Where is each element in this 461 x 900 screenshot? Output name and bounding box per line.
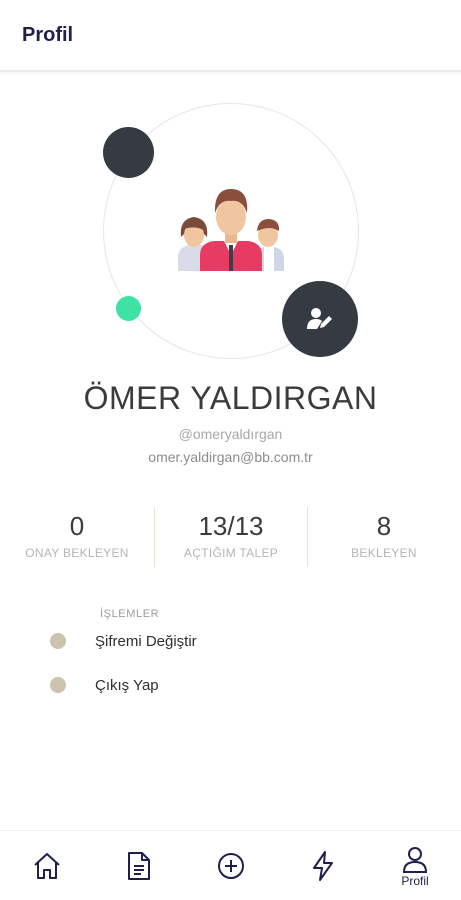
document-icon bbox=[128, 852, 150, 880]
stat-opened-requests[interactable]: 13/13 AÇTIĞIM TALEP bbox=[154, 510, 308, 560]
stat-label: AÇTIĞIM TALEP bbox=[183, 546, 279, 560]
nav-new-request[interactable] bbox=[185, 831, 277, 900]
person-icon bbox=[402, 846, 428, 873]
stat-waiting[interactable]: 8 BEKLEYEN bbox=[307, 510, 461, 560]
nav-home[interactable] bbox=[1, 831, 93, 900]
nav-activity[interactable] bbox=[277, 831, 369, 900]
stat-pending-approval[interactable]: 0 ONAY BEKLEYEN bbox=[0, 510, 154, 560]
bullet-icon bbox=[50, 633, 66, 649]
user-edit-icon bbox=[307, 308, 332, 329]
change-password-item[interactable]: Şifremi Değiştir bbox=[40, 623, 420, 659]
logout-item[interactable]: Çıkış Yap bbox=[40, 667, 420, 703]
nav-documents[interactable] bbox=[93, 831, 185, 900]
stat-label: BEKLEYEN bbox=[351, 546, 417, 560]
app-header: Profil bbox=[0, 0, 461, 72]
decorative-green-dot bbox=[116, 296, 141, 321]
edit-profile-button[interactable] bbox=[282, 281, 358, 357]
home-icon bbox=[34, 853, 60, 879]
lightning-icon bbox=[313, 851, 333, 881]
group-avatar-icon bbox=[178, 189, 284, 271]
nav-profile[interactable]: Profil bbox=[369, 831, 461, 900]
stat-value: 8 bbox=[376, 511, 392, 541]
page-title: Profil bbox=[22, 24, 74, 46]
bottom-nav: Profil bbox=[0, 830, 461, 900]
user-name: ÖMER YALDIRGAN bbox=[83, 380, 378, 416]
menu-item-label: Çıkış Yap bbox=[95, 676, 159, 694]
plus-circle-icon bbox=[218, 853, 244, 879]
menu-item-label: Şifremi Değiştir bbox=[95, 632, 197, 650]
decorative-dark-dot bbox=[103, 127, 154, 178]
stat-value: 0 bbox=[69, 511, 85, 541]
actions-section-label: İŞLEMLER bbox=[100, 608, 160, 620]
nav-profile-label: Profil bbox=[401, 873, 429, 888]
stat-value: 13/13 bbox=[198, 511, 264, 541]
stat-label: ONAY BEKLEYEN bbox=[25, 546, 129, 560]
user-handle: @omeryaldırgan bbox=[178, 426, 283, 442]
bullet-icon bbox=[50, 677, 66, 693]
user-email: omer.yaldirgan@bb.com.tr bbox=[148, 449, 313, 465]
